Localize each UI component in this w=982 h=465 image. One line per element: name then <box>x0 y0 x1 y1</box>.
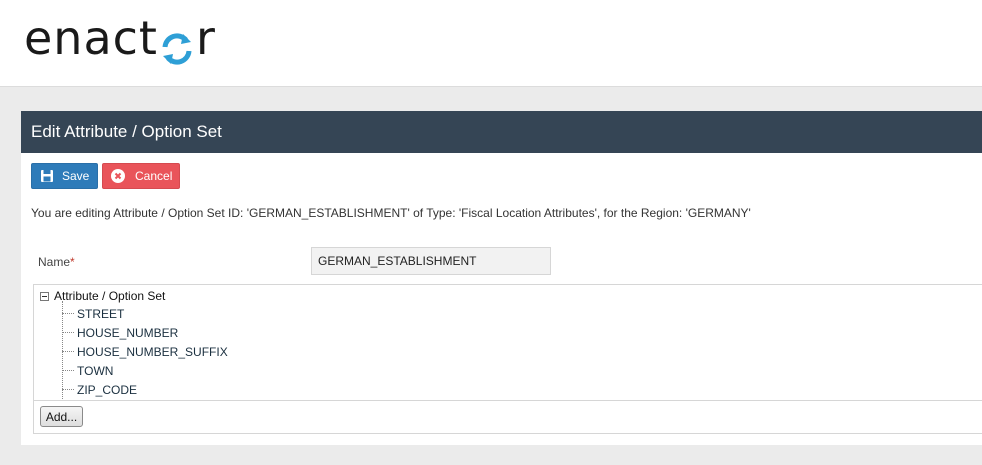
tree-item-town[interactable]: TOWN <box>62 361 113 380</box>
name-row: Name* <box>38 247 978 275</box>
logo-arrows-icon <box>159 24 195 65</box>
cancel-button-label: Cancel <box>135 169 173 183</box>
add-button[interactable]: Add... <box>40 406 83 427</box>
attribute-tree: Attribute / Option Set STREET HOUSE_NUMB… <box>33 284 982 434</box>
name-field[interactable] <box>311 247 551 275</box>
name-label: Name* <box>38 255 75 269</box>
enactor-logo: enact r <box>24 8 216 68</box>
page-title: Edit Attribute / Option Set <box>21 111 982 153</box>
floppy-disk-icon <box>40 169 54 183</box>
divider <box>34 400 982 401</box>
editing-info-text: You are editing Attribute / Option Set I… <box>31 206 751 220</box>
tree-root[interactable]: Attribute / Option Set <box>40 289 165 303</box>
tree-item-house-number[interactable]: HOUSE_NUMBER <box>62 323 178 342</box>
collapse-toggle-icon[interactable] <box>40 291 49 301</box>
edit-panel: Edit Attribute / Option Set Save Cancel <box>21 111 982 445</box>
logo-text-left: enact <box>24 11 158 65</box>
cancel-button[interactable]: Cancel <box>102 163 180 189</box>
close-circle-icon <box>111 169 125 183</box>
save-button[interactable]: Save <box>31 163 98 189</box>
required-marker: * <box>70 255 75 269</box>
tree-item-street[interactable]: STREET <box>62 304 124 323</box>
top-header: enact r <box>0 0 982 87</box>
logo-text-right: r <box>195 11 216 65</box>
tree-item-zip-code[interactable]: ZIP_CODE <box>62 380 137 399</box>
toolbar: Save Cancel <box>31 163 180 189</box>
save-button-label: Save <box>62 169 90 183</box>
tree-root-label: Attribute / Option Set <box>54 289 166 303</box>
tree-item-house-number-suffix[interactable]: HOUSE_NUMBER_SUFFIX <box>62 342 228 361</box>
